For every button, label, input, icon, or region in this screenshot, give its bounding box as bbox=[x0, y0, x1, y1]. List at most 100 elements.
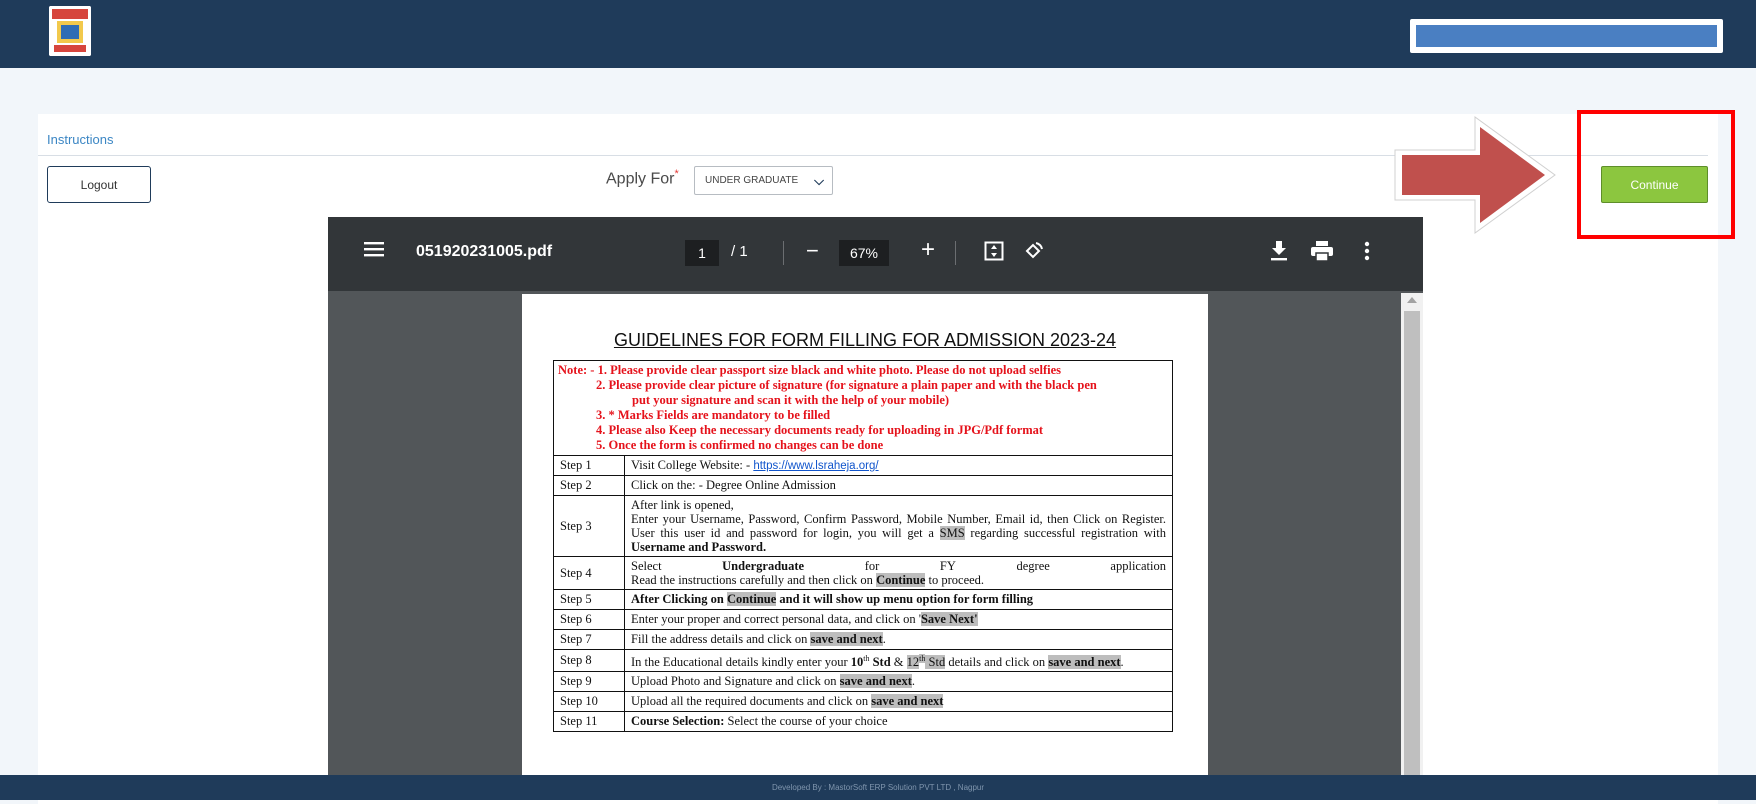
step-text-part: After Clicking on bbox=[631, 592, 727, 606]
required-mark: * bbox=[674, 168, 679, 180]
chevron-down-icon: ⌵ bbox=[814, 173, 824, 188]
step-text: After link is opened, Enter your Usernam… bbox=[624, 495, 1173, 557]
table-row: Step 5 After Clicking on Continue and it… bbox=[553, 589, 1173, 610]
tab-instructions[interactable]: Instructions bbox=[47, 132, 113, 147]
footer: Developed By : MastorSoft ERP Solution P… bbox=[0, 775, 1756, 800]
step-text-part: Fill the address details and click on bbox=[631, 632, 811, 646]
step-text: After Clicking on Continue and it will s… bbox=[624, 589, 1173, 610]
apply-for-value: UNDER GRADUATE bbox=[705, 175, 799, 186]
step-text-part: Visit College Website: - bbox=[631, 458, 754, 472]
step-text-part: After link is opened, bbox=[631, 498, 734, 512]
highlighted-text: save and next bbox=[871, 694, 944, 709]
highlighted-text: SMS bbox=[939, 526, 965, 540]
highlighted-text: Std bbox=[925, 655, 946, 670]
step-text: Select Undergraduate for FY degree appli… bbox=[624, 556, 1173, 590]
bold-text: Std bbox=[869, 655, 891, 670]
page-count: / 1 bbox=[731, 243, 748, 260]
step-label: Step 11 bbox=[553, 711, 625, 733]
highlighted-text: Continue bbox=[876, 573, 926, 587]
step-label: Step 9 bbox=[553, 671, 625, 693]
top-header bbox=[0, 0, 1756, 68]
pdf-scrollbar[interactable] bbox=[1401, 293, 1423, 800]
step-word: application bbox=[1110, 559, 1166, 573]
step-text: Visit College Website: - https://www.lsr… bbox=[624, 455, 1173, 476]
table-row: Step 6 Enter your proper and correct per… bbox=[553, 609, 1173, 630]
note-line: 4. Please also Keep the necessary docume… bbox=[596, 423, 1044, 437]
rotate-icon[interactable] bbox=[1022, 240, 1044, 267]
step-text: Enter your proper and correct personal d… bbox=[624, 609, 1173, 630]
guidelines-table: Note: - 1. Please provide clear passport… bbox=[553, 360, 1173, 733]
step-text-part: . bbox=[882, 632, 886, 646]
step-label: Step 10 bbox=[553, 691, 625, 713]
table-row: Step 7 Fill the address details and clic… bbox=[553, 629, 1173, 650]
table-row: Step 8 In the Educational details kindly… bbox=[553, 648, 1173, 673]
highlighted-text: save and next bbox=[1048, 655, 1121, 670]
table-row: Step 9 Upload Photo and Signature and cl… bbox=[553, 671, 1173, 693]
step-label: Step 6 bbox=[553, 609, 625, 630]
step-text: Click on the: - Degree Online Admission bbox=[624, 475, 1173, 496]
apply-for-label: Apply For* bbox=[606, 168, 679, 188]
step-text-part: Upload Photo and Signature and click on bbox=[631, 674, 840, 689]
menu-icon[interactable] bbox=[364, 239, 384, 264]
step-label: Step 5 bbox=[553, 589, 625, 610]
toolbar-separator bbox=[955, 241, 956, 265]
more-icon[interactable] bbox=[1364, 241, 1370, 266]
college-website-link[interactable]: https://www.lsraheja.org/ bbox=[753, 460, 878, 472]
scrollbar-thumb[interactable] bbox=[1404, 311, 1420, 800]
step-label: Step 3 bbox=[553, 495, 625, 557]
note-line: Note: - 1. Please provide clear passport… bbox=[558, 363, 1062, 377]
apply-for-text: Apply For bbox=[606, 170, 675, 188]
bold-text: Course Selection: bbox=[631, 714, 725, 729]
step-word: degree bbox=[1016, 559, 1050, 573]
zoom-out-icon[interactable]: − bbox=[806, 238, 819, 264]
table-row: Step 10 Upload all the required document… bbox=[553, 691, 1173, 713]
scroll-up-icon[interactable] bbox=[1407, 297, 1417, 303]
highlighted-text: 12 bbox=[906, 655, 920, 670]
page-number-input[interactable]: 1 bbox=[685, 240, 719, 266]
fit-page-icon[interactable] bbox=[984, 241, 1004, 266]
highlighted-text: save and next bbox=[839, 674, 912, 689]
step-label: Step 8 bbox=[553, 648, 625, 673]
step-text: Upload Photo and Signature and click on … bbox=[624, 671, 1173, 693]
logout-button[interactable]: Logout bbox=[47, 166, 151, 203]
bold-text: Username and Password. bbox=[631, 540, 767, 554]
step-word: for bbox=[864, 559, 880, 573]
step-label: Step 7 bbox=[553, 629, 625, 650]
step-text-part: Enter your proper and correct personal d… bbox=[631, 612, 921, 626]
table-row: Step 3 After link is opened, Enter your … bbox=[553, 495, 1173, 557]
step-text-part: Upload all the required documents and cl… bbox=[631, 694, 872, 709]
step-text-line: Select Undergraduate for FY degree appli… bbox=[631, 559, 1166, 573]
pdf-page: GUIDELINES FOR FORM FILLING FOR ADMISSIO… bbox=[522, 294, 1208, 800]
step-text-part: to proceed. bbox=[925, 573, 985, 587]
print-icon[interactable] bbox=[1311, 241, 1333, 266]
step-word: Undergraduate bbox=[722, 559, 805, 573]
toolbar-separator bbox=[783, 241, 784, 265]
download-icon[interactable] bbox=[1270, 241, 1288, 266]
document-title: GUIDELINES FOR FORM FILLING FOR ADMISSIO… bbox=[613, 330, 1117, 350]
table-row: Step 2 Click on the: - Degree Online Adm… bbox=[553, 475, 1173, 496]
continue-button[interactable]: Continue bbox=[1601, 166, 1708, 203]
pdf-file-name: 051920231005.pdf bbox=[416, 243, 553, 260]
step-text-part: Read the instructions carefully and then… bbox=[631, 573, 877, 587]
pdf-toolbar: 051920231005.pdf 1 / 1 − 67% + bbox=[328, 217, 1423, 291]
table-row: Step 1 Visit College Website: - https://… bbox=[553, 455, 1173, 476]
zoom-in-icon[interactable]: + bbox=[921, 236, 935, 264]
note-line: put your signature and scan it with the … bbox=[632, 393, 950, 407]
step-text-part: regarding successful registration with bbox=[964, 526, 1167, 540]
user-info-field[interactable] bbox=[1410, 19, 1723, 53]
step-label: Step 2 bbox=[553, 475, 625, 496]
highlighted-text: save and next bbox=[810, 632, 883, 646]
bold-text: 10 bbox=[850, 655, 864, 670]
college-logo bbox=[49, 6, 91, 56]
zoom-level-input[interactable]: 67% bbox=[839, 240, 889, 266]
note-line: 3. * Marks Fields are mandatory to be fi… bbox=[596, 408, 831, 422]
step-word: Select bbox=[631, 559, 662, 573]
pdf-viewer[interactable]: 051920231005.pdf 1 / 1 − 67% + GUIDELINE… bbox=[328, 217, 1423, 800]
step-text: Fill the address details and click on sa… bbox=[624, 629, 1173, 650]
step-text: In the Educational details kindly enter … bbox=[624, 648, 1173, 673]
apply-for-select[interactable]: UNDER GRADUATE ⌵ bbox=[694, 166, 833, 195]
step-text-part: details and click on bbox=[945, 655, 1049, 670]
step-text-part: and it will show up menu option for form… bbox=[776, 592, 1034, 606]
step-text: Upload all the required documents and cl… bbox=[624, 691, 1173, 713]
table-row: Step 4 Select Undergraduate for FY degre… bbox=[553, 556, 1173, 590]
